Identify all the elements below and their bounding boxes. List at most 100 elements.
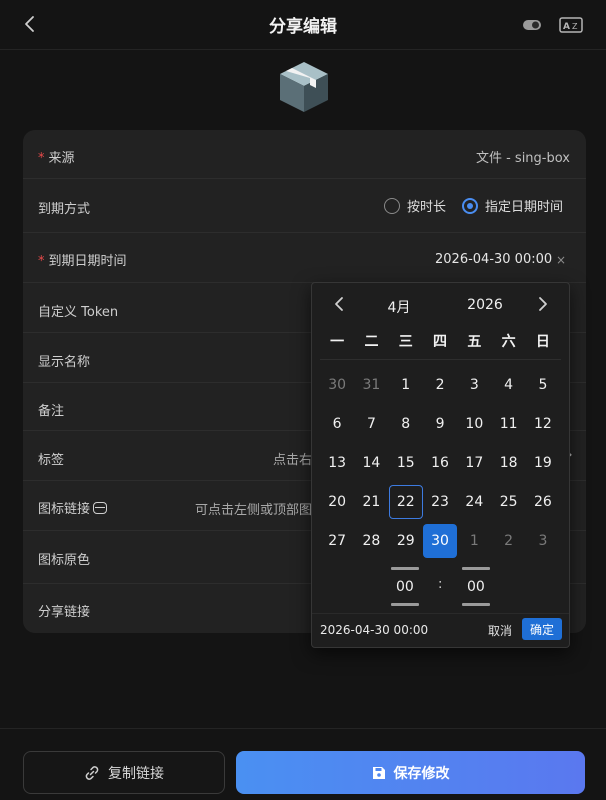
expire-datetime-label: * 到期日期时间	[38, 250, 127, 269]
day-number: 4	[504, 376, 514, 393]
day-cell[interactable]: 8	[389, 404, 423, 443]
day-number: 1	[401, 376, 411, 393]
day-cell[interactable]: 13	[320, 443, 354, 482]
day-number: 27	[328, 532, 347, 549]
svg-text:A: A	[563, 22, 570, 32]
tags-hint: 点击右	[272, 453, 312, 468]
expire-mode-radio-group: 按时长 指定日期时间	[383, 196, 563, 215]
day-cell[interactable]: 4	[491, 365, 525, 404]
day-cell[interactable]: 3	[526, 521, 560, 560]
weekday-label: 一	[330, 334, 345, 350]
day-number: 24	[465, 493, 484, 510]
radio-checked-icon	[461, 197, 478, 214]
day-cell[interactable]: 9	[423, 404, 457, 443]
link-icon	[85, 765, 99, 780]
box-logo[interactable]	[274, 58, 334, 116]
row-expire-datetime: * 到期日期时间 2026-04-30 00:00 ×	[23, 233, 586, 283]
day-number: 16	[431, 454, 449, 471]
day-number: 17	[465, 454, 484, 471]
day-number: 23	[431, 493, 449, 510]
day-cell[interactable]: 21	[354, 482, 388, 521]
month-selector[interactable]: 4月	[374, 297, 424, 317]
day-number: 5	[538, 376, 548, 393]
day-cell[interactable]: 6	[320, 404, 354, 443]
radio-circle-icon	[383, 197, 400, 214]
source-value[interactable]: 文件 - sing-box	[476, 147, 570, 166]
day-number: 30	[423, 523, 458, 558]
day-number: 2	[504, 532, 514, 549]
day-cell[interactable]: 15	[389, 443, 423, 482]
expire-datetime-label-text: 到期日期时间	[48, 254, 127, 269]
day-cell[interactable]: 25	[491, 482, 525, 521]
picker-footer-divider	[312, 613, 569, 614]
hour-value[interactable]: 00	[396, 579, 414, 595]
day-cell[interactable]: 7	[354, 404, 388, 443]
day-cell[interactable]: 10	[457, 404, 491, 443]
day-number: 3	[538, 532, 548, 549]
remark-label: 备注	[38, 404, 65, 419]
required-mark: *	[38, 151, 45, 166]
day-number: 21	[362, 493, 381, 510]
year-selector[interactable]: 2026	[460, 297, 510, 313]
display-name-label: 显示名称	[38, 355, 91, 370]
cancel-button[interactable]: 取消	[484, 620, 516, 641]
day-cell[interactable]: 1	[389, 365, 423, 404]
day-cell[interactable]: 27	[320, 521, 354, 560]
clear-icon[interactable]: ×	[556, 253, 566, 267]
expire-datetime-input[interactable]: 2026-04-30 00:00	[435, 252, 552, 267]
az-icon[interactable]: A Z	[559, 15, 583, 35]
save-button[interactable]: 保存修改	[236, 751, 585, 794]
save-label: 保存修改	[393, 765, 450, 782]
day-cell-selected[interactable]: 30	[423, 521, 458, 560]
day-number: 19	[534, 454, 552, 471]
day-cell[interactable]: 16	[423, 443, 457, 482]
day-cell[interactable]: 3	[457, 365, 491, 404]
day-cell[interactable]: 17	[457, 443, 491, 482]
confirm-button[interactable]: 确定	[522, 618, 562, 640]
day-cell[interactable]: 31	[354, 365, 388, 404]
day-cell[interactable]: 20	[320, 482, 354, 521]
icon-link-label-text: 图标链接	[38, 502, 91, 517]
minute-value[interactable]: 00	[467, 579, 485, 595]
prev-month-icon[interactable]	[332, 295, 348, 313]
page-title: 分享编辑	[269, 17, 337, 37]
day-cell[interactable]: 26	[526, 482, 560, 521]
link-icon	[93, 502, 108, 514]
day-cell[interactable]: 11	[491, 404, 525, 443]
svg-text:Z: Z	[572, 22, 578, 31]
custom-token-label: 自定义 Token	[38, 305, 119, 320]
toggle-icon[interactable]	[522, 15, 542, 35]
radio-duration-label: 按时长	[406, 200, 446, 215]
day-cell[interactable]: 24	[457, 482, 491, 521]
row-source: * 来源 文件 - sing-box	[23, 130, 586, 179]
day-cell[interactable]: 30	[320, 365, 354, 404]
radio-datetime[interactable]: 指定日期时间	[461, 196, 563, 215]
day-number: 28	[362, 532, 381, 549]
day-number: 25	[499, 493, 518, 510]
day-cell[interactable]: 23	[423, 482, 457, 521]
day-cell[interactable]: 19	[526, 443, 560, 482]
time-selector: 00 : 00	[312, 567, 569, 609]
day-grid: 30 31 1 2 3 4 5 6 7 8 9 10 11 12 13 14 15 16 17 18 19 20 21 22 2…	[320, 365, 560, 560]
day-cell[interactable]: 1	[457, 521, 491, 560]
day-number: 2	[435, 376, 445, 393]
day-cell[interactable]: 29	[389, 521, 423, 560]
picker-current-value: 2026-04-30 00:00	[320, 623, 429, 637]
weekday-label: 六	[501, 334, 516, 350]
next-month-icon[interactable]	[534, 295, 550, 313]
day-cell[interactable]: 5	[526, 365, 560, 404]
day-cell[interactable]: 12	[526, 404, 560, 443]
weekday-divider	[320, 359, 561, 360]
copy-link-button[interactable]: 复制链接	[23, 751, 225, 794]
day-cell[interactable]: 18	[491, 443, 525, 482]
day-number: 15	[396, 454, 415, 471]
day-cell[interactable]: 2	[423, 365, 457, 404]
day-cell-today[interactable]: 22	[388, 482, 423, 521]
day-cell[interactable]: 28	[354, 521, 388, 560]
day-number: 29	[396, 532, 415, 549]
day-cell[interactable]: 2	[491, 521, 525, 560]
source-label-text: 来源	[48, 151, 75, 166]
weekday-label: 三	[398, 334, 413, 350]
day-cell[interactable]: 14	[354, 443, 388, 482]
radio-duration[interactable]: 按时长	[383, 196, 446, 215]
